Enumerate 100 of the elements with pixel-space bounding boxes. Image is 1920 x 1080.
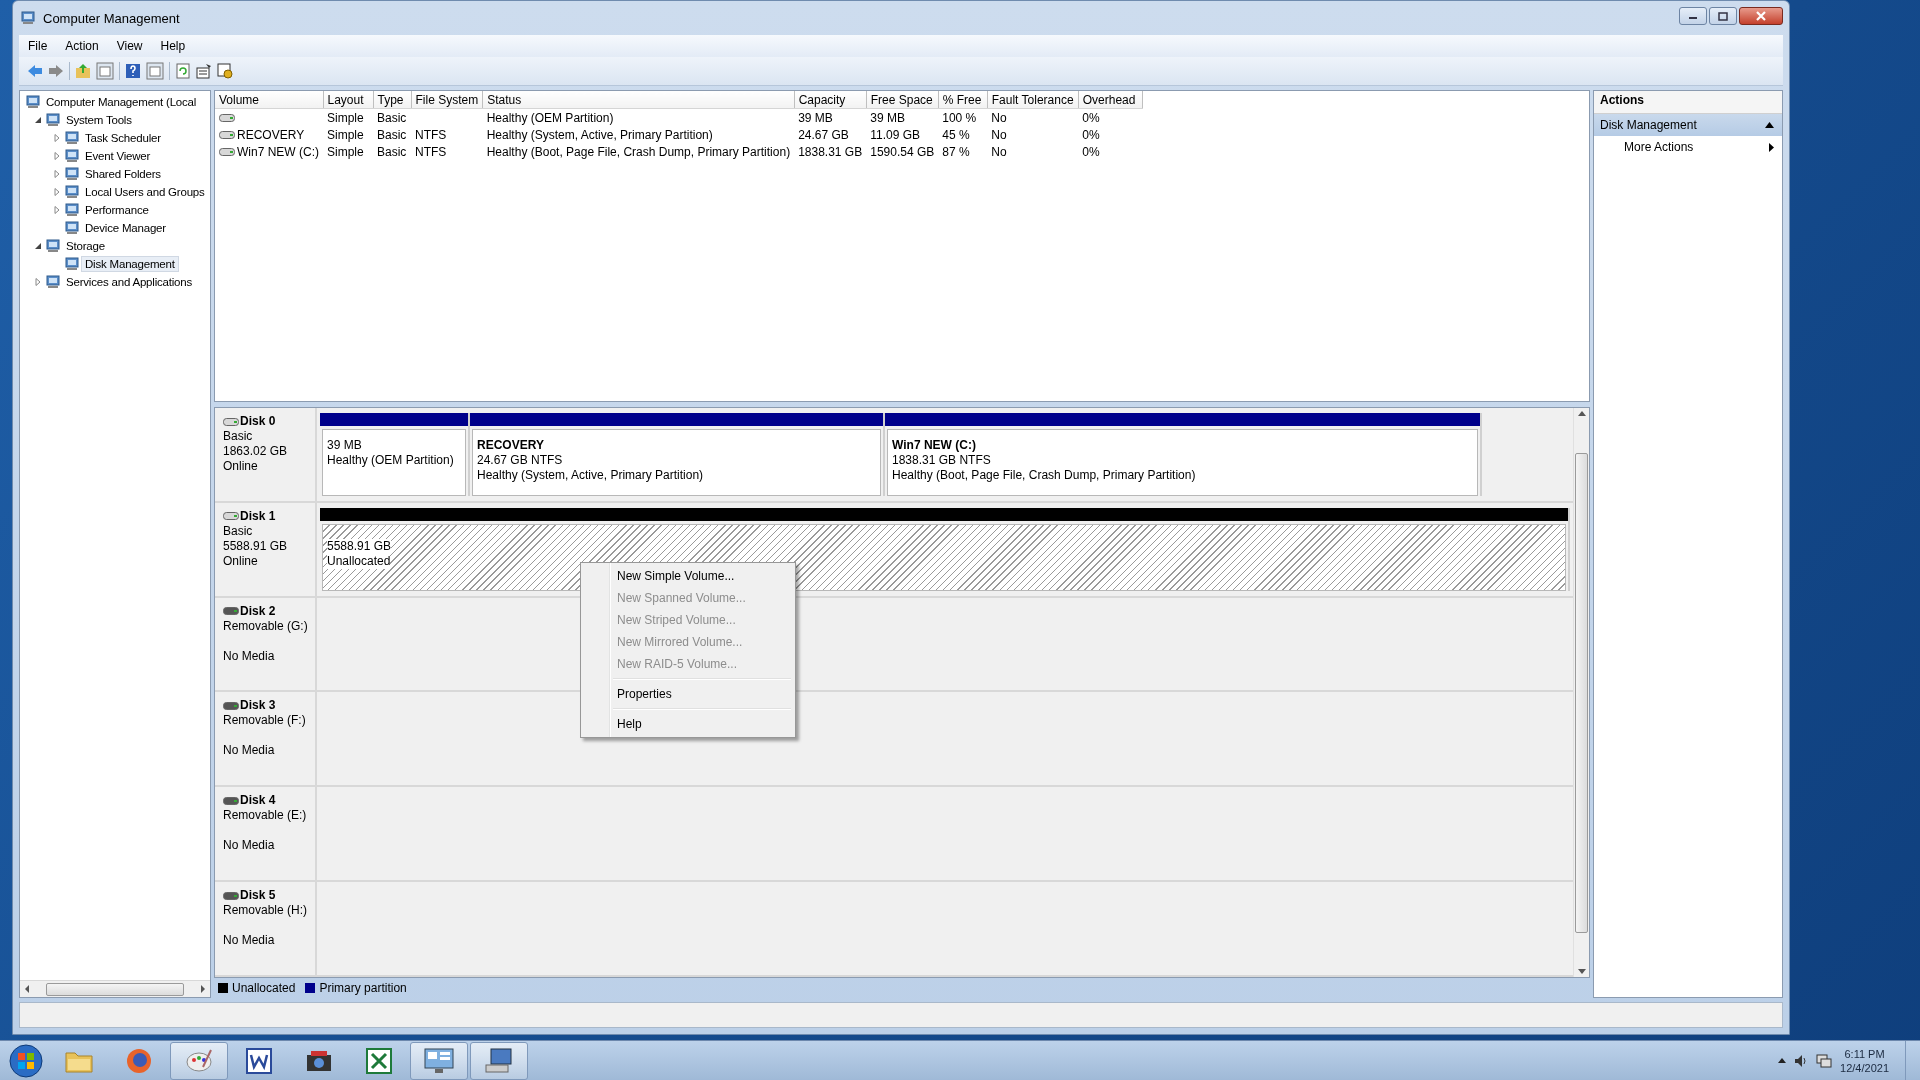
table-cell: 24.67 GB (798, 127, 849, 142)
action-link[interactable]: More Actions (1624, 140, 1694, 154)
tree-item[interactable]: Disk Management (81, 256, 179, 272)
disk-type: Removable (H:) (223, 903, 309, 919)
folder-up-icon[interactable] (75, 63, 91, 79)
table-cell: Simple (327, 110, 364, 125)
close-button[interactable] (1739, 7, 1783, 25)
tree-item[interactable]: Performance (81, 202, 153, 218)
tree-item[interactable]: Storage (62, 238, 109, 254)
menu-item[interactable]: File (19, 37, 57, 55)
tray-arrow-icon[interactable] (1778, 1058, 1787, 1063)
tree-item[interactable]: Device Manager (81, 220, 170, 236)
disk-name: Disk 1 (240, 508, 276, 524)
refresh-icon[interactable] (175, 63, 191, 79)
window-icon[interactable] (424, 1047, 454, 1074)
taskbar-button[interactable] (470, 1041, 528, 1080)
computer-icon[interactable] (484, 1047, 514, 1074)
expand-arrow-icon[interactable] (34, 278, 42, 286)
column-header[interactable]: Layout (323, 91, 373, 109)
tree-item[interactable]: Shared Folders (81, 166, 165, 182)
clock-date: 12/4/2021 (1840, 1060, 1889, 1075)
table-cell: NTFS (415, 127, 447, 142)
node-icon (65, 149, 79, 163)
menu-item[interactable]: Action (56, 37, 108, 55)
menu-item[interactable]: New Simple Volume... (583, 565, 793, 587)
actions-section[interactable]: Disk Management (1594, 114, 1782, 136)
disk-info-panel[interactable]: Disk 3 Removable (F:) No Media (215, 692, 317, 786)
speaker-icon[interactable] (1794, 1053, 1809, 1068)
disk-info-panel[interactable]: Disk 1 Basic 5588.91 GB Online (215, 502, 317, 596)
taskbar-button[interactable] (410, 1041, 468, 1080)
expand-arrow-icon[interactable] (53, 206, 61, 214)
maximize-button[interactable] (1709, 7, 1737, 25)
column-header[interactable]: Fault Tolerance (987, 91, 1079, 109)
spreadsheet-icon[interactable] (366, 1047, 392, 1074)
table-cell: Basic (377, 127, 407, 142)
partition-label: RECOVERY (477, 438, 545, 453)
node-icon (65, 167, 79, 181)
expand-arrow-icon[interactable] (53, 134, 61, 142)
tree-item[interactable]: Local Users and Groups (81, 184, 209, 200)
column-header[interactable]: Type (373, 91, 411, 109)
expand-arrow-icon[interactable] (53, 152, 61, 160)
disk-type: Basic (223, 429, 254, 444)
column-header[interactable]: Status (482, 91, 795, 109)
forward-arrow-icon[interactable] (48, 64, 64, 78)
globe-icon[interactable] (125, 1046, 153, 1075)
horizontal-scrollbar[interactable] (20, 980, 210, 997)
vertical-scrollbar[interactable] (1573, 408, 1589, 977)
collapse-arrow-icon[interactable] (34, 116, 42, 124)
scroll-right-arrow-icon[interactable] (200, 985, 206, 993)
disk-info-panel[interactable]: Disk 2 Removable (G:) No Media (215, 597, 317, 691)
properties-icon[interactable] (196, 63, 212, 79)
partition-size: 1838.31 GB NTFS (892, 453, 992, 468)
scroll-down-arrow-icon[interactable] (1577, 969, 1586, 974)
minimize-button[interactable] (1679, 7, 1707, 25)
tree-item[interactable]: Task Scheduler (81, 130, 165, 146)
clock[interactable]: 6:11 PM 12/4/2021 (1840, 1046, 1889, 1075)
table-cell: 39 MB (798, 110, 833, 125)
settings-icon[interactable] (217, 63, 233, 79)
column-header[interactable]: File System (411, 91, 483, 109)
menu-item[interactable]: Help (583, 713, 793, 735)
start-button[interactable] (9, 1043, 43, 1078)
scroll-left-arrow-icon[interactable] (24, 985, 30, 993)
expand-arrow-icon[interactable] (53, 170, 61, 178)
column-header[interactable]: Free Space (866, 91, 939, 109)
tree-item[interactable]: Computer Management (Local (42, 94, 201, 110)
column-header[interactable]: % Free (938, 91, 988, 109)
table-cell: Simple (327, 144, 364, 159)
table-cell: 1590.54 GB (870, 144, 935, 159)
partition-size: 39 MB (327, 438, 363, 453)
scroll-up-arrow-icon[interactable] (1577, 411, 1586, 416)
pane-toggle-icon[interactable] (96, 62, 114, 80)
partition-block[interactable]: Win7 NEW (C:) 1838.31 GB NTFS Healthy (Boot, Page File, Crash Dump, Primary Partition) (887, 429, 1478, 496)
disk-info-panel[interactable]: Disk 0 Basic 1863.02 GB Online (215, 408, 317, 501)
disk-name: Disk 5 (240, 888, 276, 904)
table-cell: 11.09 GB (870, 127, 920, 142)
menu-item[interactable]: Properties (583, 683, 793, 705)
document-icon[interactable] (246, 1047, 272, 1074)
column-header[interactable]: Overhead (1078, 91, 1143, 109)
collapse-arrow-icon[interactable] (1765, 122, 1774, 128)
tree-item[interactable]: System Tools (62, 112, 136, 128)
menu-item[interactable]: Help (151, 37, 195, 55)
tree-item[interactable]: Services and Applications (62, 274, 197, 290)
partition-block[interactable]: 39 MB Healthy (OEM Partition) (322, 429, 466, 496)
column-header[interactable]: Capacity (794, 91, 867, 109)
tree-item[interactable]: Event Viewer (81, 148, 155, 164)
back-arrow-icon[interactable] (27, 64, 43, 78)
menu-item[interactable]: View (107, 37, 152, 55)
network-icon[interactable] (1816, 1053, 1833, 1068)
disk-type: Removable (F:) (223, 713, 307, 729)
drive-icon (219, 129, 235, 140)
collapse-arrow-icon[interactable] (34, 242, 42, 250)
table-cell: Healthy (OEM Partition) (486, 110, 614, 125)
help-icon[interactable] (125, 63, 141, 79)
pane-toggle-icon[interactable] (146, 62, 164, 80)
table-cell: Win7 NEW (C:) (237, 144, 319, 159)
disk-info-panel[interactable]: Disk 4 Removable (E:) No Media (215, 787, 317, 881)
disk-info-panel[interactable]: Disk 5 Removable (H:) No Media (215, 882, 317, 975)
partition-block[interactable]: RECOVERY 24.67 GB NTFS Healthy (System, Active, Primary Partition) (472, 429, 881, 496)
column-header[interactable]: Volume (215, 91, 323, 109)
expand-arrow-icon[interactable] (53, 188, 61, 196)
